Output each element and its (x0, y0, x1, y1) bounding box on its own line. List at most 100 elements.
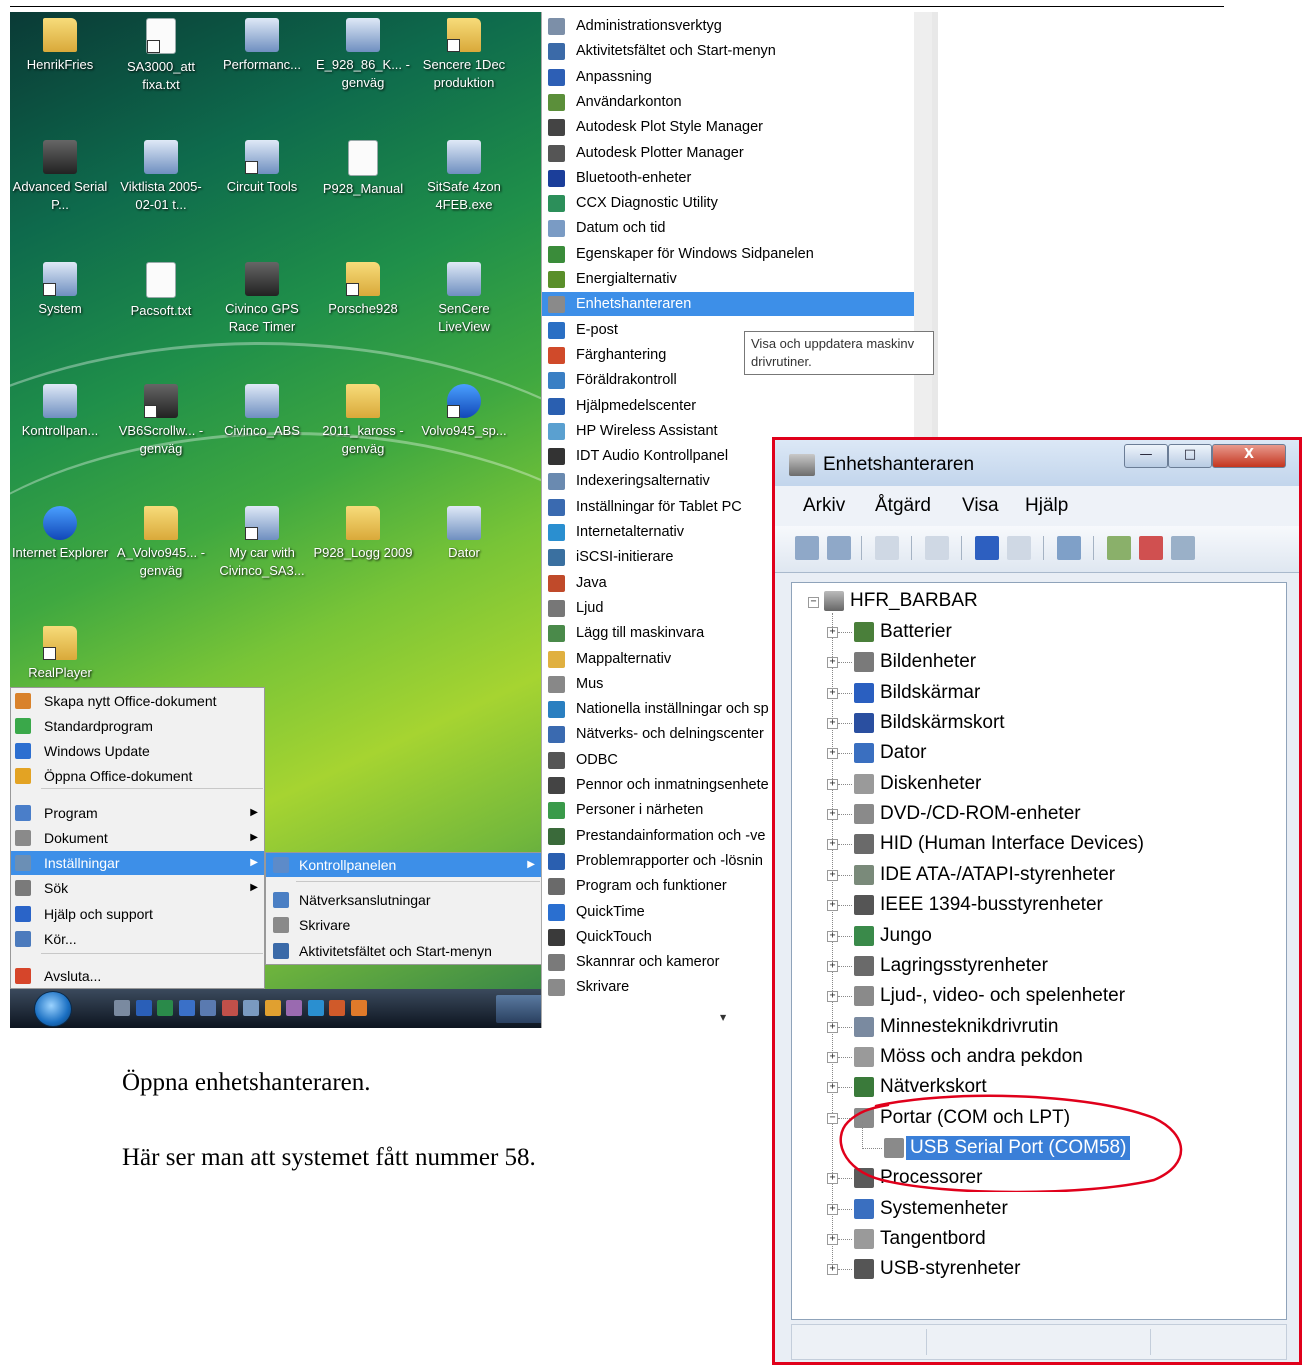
view-icon[interactable] (1007, 536, 1031, 560)
expand-toggle[interactable]: + (827, 627, 838, 638)
expand-toggle[interactable]: + (827, 930, 838, 942)
desktop-icon[interactable]: Volvo945_sp... (414, 384, 514, 440)
tree-category-label[interactable]: USB-styrenheter (880, 1257, 1020, 1281)
control-panel-item[interactable]: CCX Diagnostic Utility (542, 191, 914, 215)
tree-category-label[interactable]: Dator (880, 741, 926, 765)
control-panel-item[interactable]: Energialternativ (542, 267, 914, 291)
desktop-icon[interactable]: Dator (414, 506, 514, 562)
quick-launch-icon[interactable] (114, 1000, 130, 1016)
expand-toggle[interactable]: + (827, 839, 838, 851)
quick-launch-icon[interactable] (264, 1000, 281, 1016)
tree-category-label[interactable]: DVD-/CD-ROM-enheter (880, 802, 1081, 826)
tree-category-label[interactable]: HID (Human Interface Devices) (880, 832, 1144, 856)
collapse-toggle[interactable]: − (808, 597, 819, 608)
menu-file[interactable]: Arkiv (803, 495, 845, 517)
desktop-icon[interactable]: HenrikFries (10, 18, 110, 74)
expand-toggle[interactable]: + (827, 991, 838, 1003)
desktop-icon[interactable]: Circuit Tools (212, 140, 312, 196)
start-menu-item[interactable]: Hjälp och support (11, 902, 264, 926)
quick-launch-icon[interactable] (178, 1000, 195, 1016)
desktop-icon[interactable]: My car with Civinco_SA3... (212, 506, 312, 580)
start-menu-item[interactable]: Avsluta... (11, 964, 264, 988)
uninstall-icon[interactable] (1139, 536, 1163, 560)
control-panel-item[interactable]: Datum och tid (542, 216, 914, 240)
start-menu-item[interactable]: Program ▶ (11, 801, 264, 825)
start-orb[interactable] (34, 991, 72, 1027)
expand-toggle[interactable]: + (827, 809, 838, 821)
menu-view[interactable]: Visa (962, 495, 999, 517)
expand-toggle[interactable]: + (827, 1203, 838, 1215)
quick-launch-icon[interactable] (157, 1000, 173, 1016)
expand-toggle[interactable]: + (827, 1264, 838, 1276)
quick-launch-icon[interactable] (221, 1000, 238, 1016)
desktop-icon[interactable]: Civinco GPS Race Timer (212, 262, 312, 336)
scroll-down-icon[interactable]: ▼ (720, 1013, 726, 1022)
start-menu-item[interactable]: Windows Update (11, 739, 264, 763)
expand-toggle[interactable]: + (827, 869, 838, 881)
start-menu-item[interactable]: Sök ▶ (11, 876, 264, 900)
desktop-icon[interactable]: E_928_86_K... - genväg (313, 18, 413, 92)
maximize-button[interactable]: □ (1168, 444, 1212, 468)
desktop-icon[interactable]: P928_Manual (313, 140, 413, 198)
tree-category-label[interactable]: Tangentbord (880, 1227, 986, 1251)
tree-category-label[interactable]: IDE ATA-/ATAPI-styrenheter (880, 863, 1115, 887)
disable-icon[interactable] (1171, 536, 1195, 560)
desktop-icon[interactable]: SitSafe 4zon 4FEB.exe (414, 140, 514, 214)
expand-toggle[interactable]: + (827, 657, 838, 669)
start-menu-item[interactable]: Skapa nytt Office-dokument (11, 689, 264, 713)
tree-category-label[interactable]: Bildenheter (880, 650, 976, 674)
control-panel-item[interactable]: Autodesk Plotter Manager (542, 141, 914, 165)
start-menu-item[interactable]: Öppna Office-dokument (11, 764, 264, 788)
tree-category-label[interactable]: Jungo (880, 924, 932, 948)
expand-toggle[interactable]: + (827, 718, 838, 730)
desktop-icon[interactable]: System (10, 262, 110, 318)
start-menu-item[interactable]: Dokument ▶ (11, 826, 264, 850)
quick-launch-icon[interactable] (286, 1000, 302, 1016)
tree-category-label[interactable]: Batterier (880, 620, 952, 644)
expand-toggle[interactable]: + (827, 900, 838, 912)
tree-category-label[interactable]: IEEE 1394-busstyrenheter (880, 893, 1103, 917)
quick-launch-icon[interactable] (200, 1000, 216, 1016)
desktop-icon[interactable]: P928_Logg 2009 (313, 506, 413, 562)
desktop-icon[interactable]: Kontrollpan... (10, 384, 110, 440)
start-menu-item[interactable]: Standardprogram (11, 714, 264, 738)
menu-help[interactable]: Hjälp (1025, 495, 1068, 517)
tree-category-label[interactable]: Bildskärmar (880, 681, 980, 705)
properties-icon[interactable] (875, 536, 899, 560)
title-bar[interactable]: Enhetshanteraren — □ X (775, 440, 1299, 486)
tree-category-label[interactable]: Diskenheter (880, 772, 981, 796)
tree-category-label[interactable]: Systemenheter (880, 1197, 1008, 1221)
tree-root-label[interactable]: HFR_BARBAR (850, 589, 978, 613)
expand-toggle[interactable]: + (827, 748, 838, 760)
desktop-icon[interactable]: Viktlista 2005-02-01 t... (111, 140, 211, 214)
control-panel-item[interactable]: Egenskaper för Windows Sidpanelen (542, 242, 914, 266)
scan-hardware-icon[interactable] (1057, 536, 1081, 560)
tree-category-label[interactable]: Lagringsstyrenheter (880, 954, 1048, 978)
desktop-icon[interactable]: Porsche928 (313, 262, 413, 318)
desktop-icon[interactable]: Performanc... (212, 18, 312, 74)
tree-category-label[interactable]: Möss och andra pekdon (880, 1045, 1083, 1069)
quick-launch-icon[interactable] (350, 1000, 367, 1016)
tree-category-label[interactable]: Bildskärmskort (880, 711, 1005, 735)
desktop-icon[interactable]: SA3000_att fixa.txt (111, 18, 211, 94)
menu-action[interactable]: Åtgärd (875, 495, 931, 517)
expand-toggle[interactable]: + (827, 960, 838, 972)
expand-toggle[interactable]: + (827, 1051, 838, 1063)
desktop-icon[interactable]: Pacsoft.txt (111, 262, 211, 320)
quick-launch-icon[interactable] (307, 1000, 324, 1016)
desktop-icon[interactable]: SenCere LiveView (414, 262, 514, 336)
control-panel-item[interactable]: Anpassning (542, 65, 914, 89)
desktop-icon[interactable]: Advanced Serial P... (10, 140, 110, 214)
quick-launch-icon[interactable] (135, 1000, 152, 1016)
start-menu-item[interactable]: Kör... (11, 927, 264, 951)
minimize-button[interactable]: — (1124, 444, 1168, 468)
control-panel-item[interactable]: Enhetshanteraren (542, 292, 914, 317)
quick-launch-icon[interactable] (329, 1000, 345, 1016)
expand-toggle[interactable]: + (827, 687, 838, 699)
expand-toggle[interactable]: + (827, 778, 838, 790)
settings-submenu-item[interactable]: Skrivare (266, 913, 541, 937)
desktop-icon[interactable]: Internet Explorer (10, 506, 110, 562)
desktop-icon[interactable]: RealPlayer (10, 626, 110, 682)
desktop-icon[interactable]: Civinco_ABS (212, 384, 312, 440)
taskbar-button[interactable] (496, 995, 544, 1023)
